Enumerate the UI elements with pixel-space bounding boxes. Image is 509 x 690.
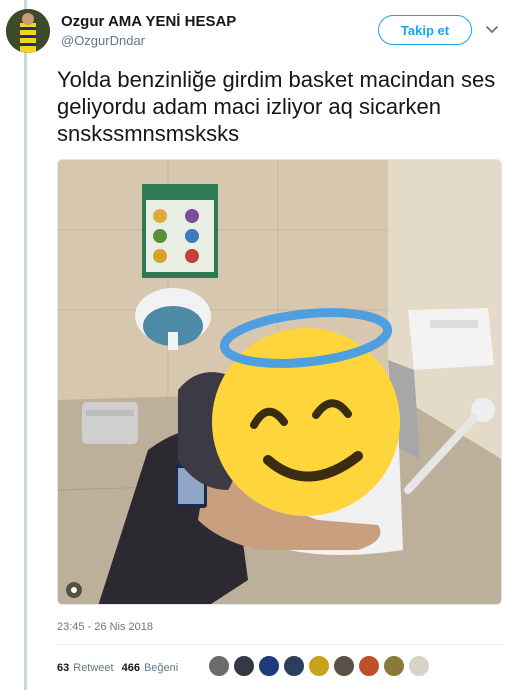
liker-avatar[interactable] <box>383 655 405 677</box>
liker-avatar[interactable] <box>208 655 230 677</box>
like-count[interactable]: 466 <box>122 662 140 674</box>
tweet-photo[interactable] <box>57 159 502 605</box>
like-label[interactable]: Beğeni <box>144 662 178 674</box>
tweet-stats: 63 Retweet 466 Beğeni <box>57 659 186 677</box>
liker-avatar[interactable] <box>283 655 305 677</box>
liker-avatars <box>208 655 433 679</box>
liker-avatar[interactable] <box>358 655 380 677</box>
retweet-count[interactable]: 63 <box>57 662 69 674</box>
thread-rail <box>24 0 27 690</box>
chevron-down-icon[interactable] <box>484 21 500 37</box>
follow-button[interactable]: Takip et <box>378 15 472 45</box>
liker-avatar[interactable] <box>258 655 280 677</box>
avatar[interactable] <box>6 9 50 53</box>
author-name[interactable]: Ozgur AMA YENİ HESAP <box>61 13 236 30</box>
gif-badge-icon <box>66 582 82 598</box>
author-handle[interactable]: @OzgurDndar <box>61 33 145 48</box>
tweet-header: Ozgur AMA YENİ HESAP @OzgurDndar Takip e… <box>6 9 502 53</box>
retweet-label[interactable]: Retweet <box>73 662 113 674</box>
liker-avatar[interactable] <box>333 655 355 677</box>
tweet-timestamp[interactable]: 23:45 - 26 Nis 2018 <box>57 621 153 633</box>
liker-avatar[interactable] <box>308 655 330 677</box>
liker-avatar[interactable] <box>408 655 430 677</box>
restroom-photo <box>58 160 501 604</box>
liker-avatar[interactable] <box>233 655 255 677</box>
tweet-text: Yolda benzinliğe girdim basket macindan … <box>57 67 496 146</box>
divider <box>57 644 502 645</box>
